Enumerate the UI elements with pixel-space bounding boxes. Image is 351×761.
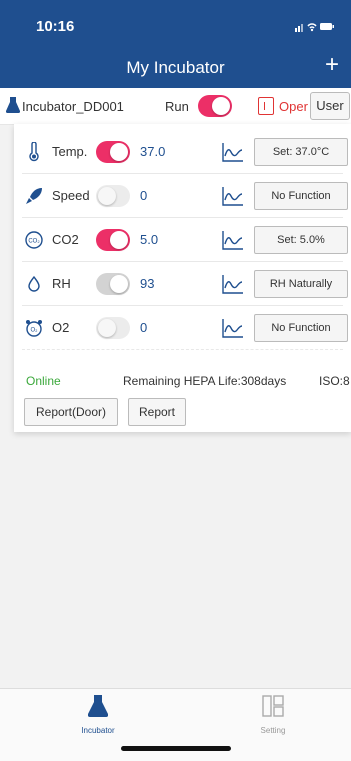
- flask-icon: [87, 695, 109, 718]
- door-icon[interactable]: [258, 97, 274, 115]
- o2-toggle[interactable]: [96, 317, 130, 339]
- param-row-temp: Temp. 37.0 Set: 37.0°C: [14, 130, 351, 174]
- add-button[interactable]: +: [325, 53, 339, 77]
- param-value: 5.0: [140, 232, 159, 247]
- status-icons: [295, 20, 335, 35]
- trend-chart-icon[interactable]: [222, 274, 244, 294]
- tab-label: Incubator: [81, 726, 115, 735]
- param-value: 0: [140, 188, 148, 203]
- param-row-o2: O₂ O2 0 No Function: [14, 306, 351, 350]
- trend-chart-icon[interactable]: [222, 142, 244, 162]
- param-value: 93: [140, 276, 155, 291]
- trend-chart-icon[interactable]: [222, 318, 244, 338]
- page-title: My Incubator: [126, 58, 225, 77]
- run-label: Run: [165, 99, 189, 114]
- flask-icon: [6, 97, 20, 113]
- co2-icon: CO₂: [25, 231, 43, 249]
- parameter-card: Temp. 37.0 Set: 37.0°C Speed 0 No Functi…: [14, 124, 351, 432]
- trend-chart-icon[interactable]: [222, 186, 244, 206]
- param-row-rh: RH 93 RH Naturally: [14, 262, 351, 306]
- svg-text:O₂: O₂: [31, 328, 39, 334]
- drop-icon: [28, 275, 40, 292]
- rocket-icon: [26, 188, 42, 204]
- tab-incubator[interactable]: Incubator: [58, 695, 138, 735]
- param-value: 37.0: [140, 144, 166, 159]
- hepa-life: Remaining HEPA Life:308days: [123, 374, 287, 388]
- param-row-speed: Speed 0 No Function: [14, 174, 351, 218]
- home-indicator[interactable]: [121, 746, 231, 751]
- param-label: Temp.: [52, 144, 88, 159]
- param-label: RH: [52, 276, 71, 291]
- param-label: Speed: [52, 188, 90, 203]
- co2-toggle[interactable]: [96, 229, 130, 251]
- rh-toggle[interactable]: [96, 273, 130, 295]
- iso-class: ISO:8: [319, 374, 350, 388]
- tab-bar: Incubator Setting: [0, 688, 351, 761]
- param-label: O2: [52, 320, 70, 335]
- thermometer-icon: [29, 142, 39, 162]
- oper-label[interactable]: Oper: [279, 99, 308, 114]
- report-door-button[interactable]: Report(Door): [24, 398, 118, 426]
- tab-setting[interactable]: Setting: [233, 695, 313, 735]
- trend-chart-icon[interactable]: [222, 230, 244, 250]
- co2-set-button[interactable]: Set: 5.0%: [254, 226, 348, 254]
- app-header: 10:16 My Incubator +: [0, 0, 351, 88]
- user-button[interactable]: User: [310, 92, 350, 120]
- speed-toggle[interactable]: [96, 185, 130, 207]
- tab-label: Setting: [260, 726, 286, 735]
- rh-button[interactable]: RH Naturally: [254, 270, 348, 298]
- param-row-co2: CO₂ CO2 5.0 Set: 5.0%: [14, 218, 351, 262]
- signal-wifi-battery-icon: [295, 23, 334, 32]
- status-time: 10:16: [36, 18, 75, 35]
- temp-toggle[interactable]: [96, 141, 130, 163]
- speed-function-button[interactable]: No Function: [254, 182, 348, 210]
- device-name: Incubator_DD001: [22, 99, 124, 114]
- device-bar: Incubator_DD001 Run Oper User: [0, 88, 351, 125]
- run-toggle[interactable]: [198, 95, 232, 117]
- grid-icon: [262, 695, 284, 717]
- temp-set-button[interactable]: Set: 37.0°C: [254, 138, 348, 166]
- report-button[interactable]: Report: [128, 398, 186, 426]
- svg-text:CO₂: CO₂: [28, 239, 40, 245]
- param-value: 0: [140, 320, 148, 335]
- o2-icon: O₂: [26, 320, 42, 337]
- o2-function-button[interactable]: No Function: [254, 314, 348, 342]
- param-label: CO2: [52, 232, 79, 247]
- online-status: Online: [26, 374, 61, 388]
